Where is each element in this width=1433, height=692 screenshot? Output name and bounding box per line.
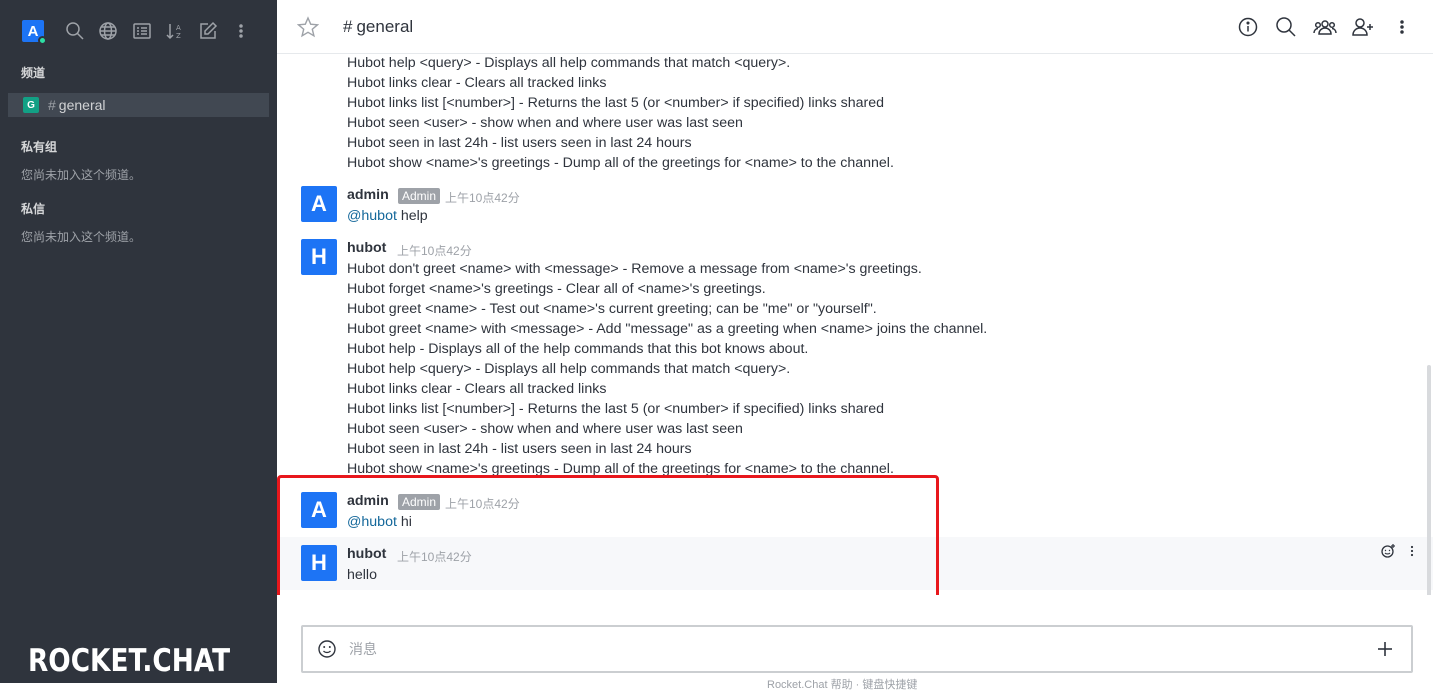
message-menu-icon[interactable] — [1407, 543, 1417, 564]
directory-icon[interactable] — [97, 20, 119, 42]
message-line: Hubot forget <name>'s greetings - Clear … — [347, 281, 766, 297]
message-line: Hubot links clear - Clears all tracked l… — [347, 75, 607, 91]
message-line: Hubot don't greet <name> with <message> … — [347, 261, 922, 277]
rocket-chat-logo: ROCKET.CHAT — [22, 638, 262, 683]
menu-kebab-icon[interactable] — [230, 20, 252, 42]
message-composer — [301, 625, 1413, 673]
private-groups-empty-text: 您尚未加入这个频道。 — [21, 168, 142, 182]
message-list: Hubot help <query> - Displays all help c… — [277, 55, 1433, 595]
user-avatar-letter: A — [27, 22, 39, 40]
sidebar: A AZ 频道 G # general 私有组 您尚未加入这个频道。 私信 您尚… — [0, 0, 277, 683]
message-line: Hubot help <query> - Displays all help c… — [347, 55, 791, 71]
svg-text:Z: Z — [176, 32, 181, 40]
message-timestamp: 上午10点42分 — [397, 244, 472, 258]
hash-icon: # — [48, 97, 56, 113]
avatar[interactable]: H — [301, 239, 337, 275]
online-status-icon — [38, 36, 47, 45]
message-username[interactable]: hubot — [347, 240, 386, 256]
message-text: help — [396, 208, 428, 224]
room-name: general — [356, 17, 414, 36]
message-line: Hubot greet <name> with <message> - Add … — [347, 321, 988, 337]
message-line: Hubot help - Displays all of the help co… — [347, 341, 809, 357]
rocket-chat-logo-text: ROCKET.CHAT — [28, 642, 231, 679]
message-line: Hubot seen in last 24h - list users seen… — [347, 441, 692, 457]
user-avatar[interactable]: A — [22, 20, 47, 45]
sort-icon[interactable]: AZ — [164, 20, 186, 42]
sidebar-toolbar: A AZ — [0, 0, 277, 62]
message-input[interactable] — [347, 637, 1347, 661]
channel-avatar: G — [23, 97, 39, 113]
direct-messages-empty-text: 您尚未加入这个频道。 — [21, 230, 142, 244]
emoji-picker-icon[interactable] — [317, 639, 337, 664]
favorite-star-icon[interactable] — [296, 16, 320, 43]
message-line: Hubot seen <user> - show when and where … — [347, 421, 743, 437]
room-header: # general — [277, 0, 1433, 54]
add-attachment-icon[interactable] — [1375, 639, 1395, 664]
scrollbar[interactable] — [1427, 365, 1431, 595]
message-line: Hubot greet <name> - Test out <name>'s c… — [347, 301, 877, 317]
message-line: Hubot links list [<number>] - Returns th… — [347, 95, 885, 111]
role-badge: Admin — [398, 188, 441, 204]
message-line: Hubot links clear - Clears all tracked l… — [347, 381, 607, 397]
sidebar-item-general[interactable]: G # general — [8, 93, 269, 117]
add-reaction-icon[interactable] — [1380, 543, 1396, 564]
message-line: Hubot links list [<number>] - Returns th… — [347, 401, 885, 417]
create-new-icon[interactable] — [197, 20, 219, 42]
channels-section-title: 频道 — [21, 66, 46, 80]
message-line: Hubot seen <user> - show when and where … — [347, 115, 743, 131]
message-username[interactable]: admin — [347, 187, 389, 203]
composer-footer-text: Rocket.Chat 帮助 · 键盘快捷键 — [767, 679, 918, 691]
message-timestamp: 上午10点42分 — [445, 191, 520, 205]
message-body: @hubot help — [347, 208, 428, 224]
message-line: Hubot help <query> - Displays all help c… — [347, 361, 791, 377]
members-icon[interactable] — [1313, 15, 1337, 39]
user-mention[interactable]: @hubot — [347, 208, 397, 224]
message-line: Hubot seen in last 24h - list users seen… — [347, 135, 692, 151]
message-line: Hubot show <name>'s greetings - Dump all… — [347, 155, 894, 171]
view-mode-icon[interactable] — [131, 20, 153, 42]
sidebar-item-label: general — [58, 97, 106, 113]
private-groups-section-title: 私有组 — [21, 140, 58, 154]
hash-icon: # — [343, 17, 353, 36]
search-icon[interactable] — [1274, 15, 1298, 39]
direct-messages-section-title: 私信 — [21, 202, 46, 216]
info-icon[interactable] — [1236, 15, 1260, 39]
room-title: # general — [343, 17, 413, 37]
svg-text:A: A — [176, 24, 181, 32]
avatar[interactable]: A — [301, 186, 337, 222]
search-icon[interactable] — [64, 20, 86, 42]
main-panel: # general Hubot help <query> - Displays a… — [277, 0, 1433, 691]
highlight-annotation-box — [277, 475, 939, 595]
add-user-icon[interactable] — [1351, 15, 1375, 39]
kebab-menu-icon[interactable] — [1390, 15, 1414, 39]
